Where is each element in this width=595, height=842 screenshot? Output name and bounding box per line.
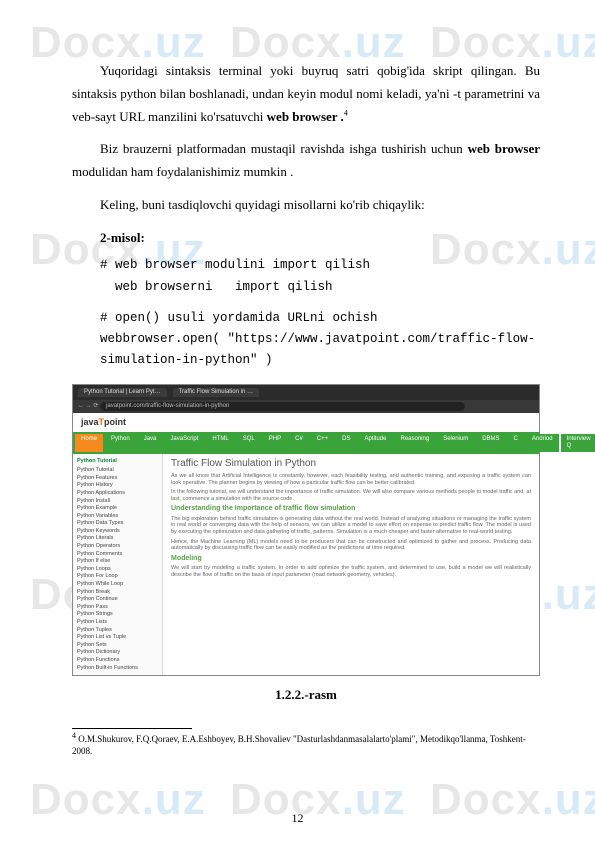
sidebar-item: Python Applications [77, 489, 158, 497]
nav-item: Reasoning [395, 434, 436, 452]
sidebar-item: Python Data Types [77, 520, 158, 528]
browser-screenshot: Python Tutorial | Learn Pyt… Traffic Flo… [72, 384, 540, 676]
nav-item: Selenium [437, 434, 474, 452]
sidebar-item: Python Operators [77, 543, 158, 551]
sidebar-item: Python Built-in Functions [77, 664, 158, 672]
nav-item: Python [105, 434, 136, 452]
page-content: Yuqoridagi sintaksis terminal yoki buyru… [0, 0, 595, 788]
site-nav: Home Python Java JavaScript HTML SQL PHP… [73, 432, 539, 454]
sidebar-item: Python Loops [77, 565, 158, 573]
sidebar-item: Python Literals [77, 535, 158, 543]
text: modulidan ham foydalanishimiz mumkin . [72, 164, 293, 179]
footnote-ref: 4 [344, 108, 348, 117]
sidebar-item: Python Variables [77, 512, 158, 520]
nav-item: DBMS [476, 434, 505, 452]
paragraph-3: Keling, buni tasdiqlovchi quyidagi misol… [72, 194, 540, 217]
browser-tab-bar: Python Tutorial | Learn Pyt… Traffic Flo… [73, 385, 539, 400]
nav-item: C++ [311, 434, 334, 452]
nav-item: Andriod [526, 434, 559, 452]
nav-item: PHP [263, 434, 287, 452]
nav-item: JavaScript [164, 434, 204, 452]
article-subheading: Modeling [171, 555, 531, 563]
nav-item: Interview Q [561, 434, 595, 452]
sidebar-header: Python Tutorial [77, 457, 158, 465]
article-main: Traffic Flow Simulation in Python As we … [163, 454, 539, 675]
sidebar-item: Python Tuples [77, 626, 158, 634]
code-block-1: # web browser modulini import qilish web… [100, 255, 540, 298]
article-title: Traffic Flow Simulation in Python [171, 458, 531, 470]
example-label: 2-misol: [100, 227, 540, 250]
address-bar: ← → ⟳ javatpoint.com/traffic-flow-simula… [73, 400, 539, 413]
sidebar-item: Python For Loop [77, 573, 158, 581]
paragraph-2: Biz brauzerni platformadan mustaqil ravi… [72, 138, 540, 184]
nav-item: SQL [237, 434, 261, 452]
sidebar-item: Python If else [77, 558, 158, 566]
sidebar-item: Python While Loop [77, 581, 158, 589]
article-paragraph: As we all know that Artificial Intellige… [171, 473, 531, 486]
sidebar-item: Python Tutorial [77, 467, 158, 475]
sidebar-item: Python Break [77, 588, 158, 596]
sidebar-item: Python Continue [77, 596, 158, 604]
site-body: Python Tutorial Python Tutorial Python F… [73, 454, 539, 675]
article-paragraph: In the following tutorial, we will under… [171, 489, 531, 502]
bold-term: web browser . [267, 109, 344, 124]
bold-term: web browser [468, 141, 540, 156]
nav-item: Aptitude [358, 434, 392, 452]
article-paragraph: Hence, the Machine Learning (ML) models … [171, 539, 531, 552]
browser-tab: Traffic Flow Simulation in … [173, 388, 259, 397]
sidebar-item: Python Functions [77, 656, 158, 664]
url-input: javatpoint.com/traffic-flow-simulation-i… [100, 402, 465, 411]
figure-caption: 1.2.2.-rasm [72, 684, 540, 707]
text: Biz brauzerni platformadan mustaqil ravi… [100, 141, 468, 156]
logo-text: java [81, 417, 99, 427]
browser-tab: Python Tutorial | Learn Pyt… [78, 388, 167, 397]
nav-item: DS [336, 434, 356, 452]
sidebar-item: Python Example [77, 505, 158, 513]
sidebar-item: Python List vs Tuple [77, 634, 158, 642]
sidebar-item: Python Features [77, 474, 158, 482]
sidebar-item: Python History [77, 482, 158, 490]
article-subheading: Understanding the Importance of traffic … [171, 505, 531, 513]
sidebar-item: Python Strings [77, 611, 158, 619]
nav-item: C [508, 434, 524, 452]
nav-item: Java [138, 434, 163, 452]
article-paragraph: We will start by modeling a traffic syst… [171, 565, 531, 578]
logo-text: point [104, 417, 126, 427]
footnote-separator [72, 728, 192, 729]
article-paragraph: The big exploration behind traffic simul… [171, 516, 531, 536]
footnote: 4 O.M.Shukurov, F.Q.Qoraev, E.A.Eshboyev… [72, 731, 540, 757]
sidebar-item: Python Lists [77, 619, 158, 627]
nav-item: HTML [206, 434, 234, 452]
sidebar-item: Python Keywords [77, 527, 158, 535]
sidebar-item: Python Comments [77, 550, 158, 558]
site-logo: javaTpoint [73, 413, 539, 432]
code-block-2: # open() usuli yordamida URLni ochish we… [100, 308, 540, 372]
site-sidebar: Python Tutorial Python Tutorial Python F… [73, 454, 163, 675]
sidebar-item: Python Install [77, 497, 158, 505]
sidebar-item: Python Dictionary [77, 649, 158, 657]
sidebar-item: Python Pass [77, 603, 158, 611]
paragraph-1: Yuqoridagi sintaksis terminal yoki buyru… [72, 60, 540, 128]
nav-item: Home [75, 434, 103, 452]
sidebar-item: Python Sets [77, 641, 158, 649]
page-number: 12 [0, 811, 595, 826]
footnote-text: O.M.Shukurov, F.Q.Qoraev, E.A.Eshboyev, … [72, 734, 526, 756]
nav-item: C# [289, 434, 309, 452]
